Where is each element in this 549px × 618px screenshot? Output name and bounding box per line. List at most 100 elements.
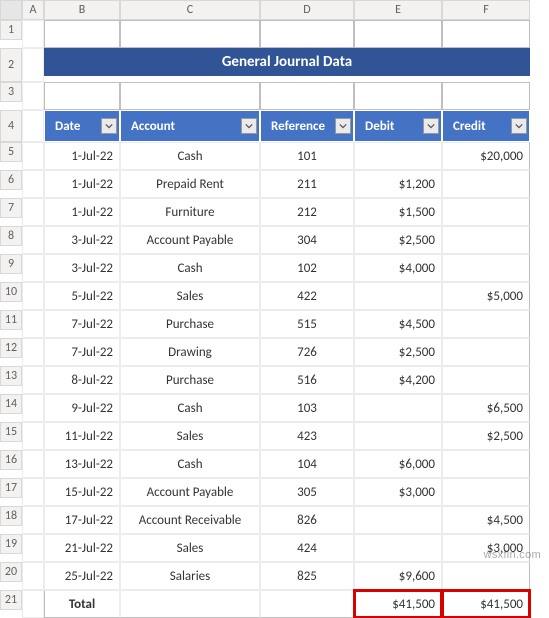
row-header[interactable]: 14 — [0, 394, 22, 414]
empty-cell[interactable] — [22, 254, 44, 282]
cell-debit[interactable]: $6,000 — [354, 450, 442, 478]
col-header-D[interactable]: D — [260, 0, 354, 20]
select-all-corner[interactable] — [0, 0, 22, 20]
row-header[interactable]: 7 — [0, 198, 22, 218]
total-empty[interactable] — [120, 590, 260, 618]
empty-cell[interactable] — [22, 338, 44, 366]
cell-debit[interactable] — [354, 534, 442, 562]
cell-reference[interactable]: 422 — [260, 282, 354, 310]
row-header[interactable]: 12 — [0, 338, 22, 358]
cell-credit[interactable] — [442, 562, 530, 590]
empty-cell[interactable] — [22, 48, 44, 82]
row-header[interactable]: 13 — [0, 366, 22, 386]
empty-cell[interactable] — [22, 170, 44, 198]
cell-credit[interactable] — [442, 338, 530, 366]
cell-date[interactable]: 1-Jul-22 — [44, 142, 120, 170]
empty-cell[interactable] — [22, 478, 44, 506]
cell-date[interactable]: 3-Jul-22 — [44, 254, 120, 282]
total-debit[interactable]: $41,500 — [354, 590, 442, 618]
cell-account[interactable]: Purchase — [120, 366, 260, 394]
chevron-down-icon[interactable] — [511, 118, 527, 134]
chevron-down-icon[interactable] — [101, 118, 117, 134]
cell-account[interactable]: Drawing — [120, 338, 260, 366]
cell-debit[interactable]: $1,500 — [354, 198, 442, 226]
empty-cell[interactable] — [22, 590, 44, 618]
filter-header-date[interactable]: Date — [44, 110, 120, 142]
col-header-F[interactable]: F — [442, 0, 530, 20]
total-credit[interactable]: $41,500 — [442, 590, 530, 618]
empty-cell[interactable] — [22, 394, 44, 422]
empty-cell[interactable] — [260, 82, 354, 110]
row-header[interactable]: 3 — [0, 82, 22, 102]
row-header[interactable]: 20 — [0, 562, 22, 582]
cell-debit[interactable]: $2,500 — [354, 338, 442, 366]
cell-debit[interactable]: $3,000 — [354, 478, 442, 506]
cell-credit[interactable]: $5,000 — [442, 282, 530, 310]
empty-cell[interactable] — [22, 82, 44, 110]
cell-debit[interactable] — [354, 422, 442, 450]
cell-credit[interactable] — [442, 170, 530, 198]
row-header[interactable]: 6 — [0, 170, 22, 190]
cell-account[interactable]: Cash — [120, 142, 260, 170]
row-header[interactable]: 4 — [0, 110, 22, 142]
empty-cell[interactable] — [22, 226, 44, 254]
cell-date[interactable]: 11-Jul-22 — [44, 422, 120, 450]
row-header[interactable]: 11 — [0, 310, 22, 330]
row-header[interactable]: 15 — [0, 422, 22, 442]
empty-cell[interactable] — [260, 20, 354, 48]
cell-account[interactable]: Account Payable — [120, 226, 260, 254]
cell-account[interactable]: Cash — [120, 394, 260, 422]
cell-date[interactable]: 1-Jul-22 — [44, 170, 120, 198]
cell-date[interactable]: 8-Jul-22 — [44, 366, 120, 394]
cell-reference[interactable]: 726 — [260, 338, 354, 366]
cell-reference[interactable]: 424 — [260, 534, 354, 562]
empty-cell[interactable] — [22, 366, 44, 394]
row-header[interactable]: 21 — [0, 590, 22, 610]
cell-debit[interactable]: $4,200 — [354, 366, 442, 394]
cell-debit[interactable] — [354, 394, 442, 422]
chevron-down-icon[interactable] — [241, 118, 257, 134]
empty-cell[interactable] — [354, 20, 442, 48]
cell-debit[interactable]: $9,600 — [354, 562, 442, 590]
empty-cell[interactable] — [22, 450, 44, 478]
cell-debit[interactable] — [354, 282, 442, 310]
empty-cell[interactable] — [44, 82, 120, 110]
cell-credit[interactable] — [442, 366, 530, 394]
cell-account[interactable]: Cash — [120, 450, 260, 478]
cell-reference[interactable]: 423 — [260, 422, 354, 450]
empty-cell[interactable] — [22, 20, 44, 48]
row-header[interactable]: 5 — [0, 142, 22, 162]
cell-account[interactable]: Purchase — [120, 310, 260, 338]
cell-reference[interactable]: 101 — [260, 142, 354, 170]
cell-account[interactable]: Account Receivable — [120, 506, 260, 534]
cell-credit[interactable] — [442, 254, 530, 282]
col-header-A[interactable]: A — [22, 0, 44, 20]
total-empty[interactable] — [260, 590, 354, 618]
cell-reference[interactable]: 305 — [260, 478, 354, 506]
empty-cell[interactable] — [442, 82, 530, 110]
cell-date[interactable]: 5-Jul-22 — [44, 282, 120, 310]
row-header[interactable]: 10 — [0, 282, 22, 302]
cell-reference[interactable]: 104 — [260, 450, 354, 478]
row-header[interactable]: 8 — [0, 226, 22, 246]
empty-cell[interactable] — [120, 20, 260, 48]
cell-reference[interactable]: 212 — [260, 198, 354, 226]
cell-credit[interactable]: $20,000 — [442, 142, 530, 170]
empty-cell[interactable] — [22, 198, 44, 226]
cell-reference[interactable]: 102 — [260, 254, 354, 282]
cell-date[interactable]: 7-Jul-22 — [44, 338, 120, 366]
cell-date[interactable]: 13-Jul-22 — [44, 450, 120, 478]
cell-date[interactable]: 15-Jul-22 — [44, 478, 120, 506]
cell-date[interactable]: 7-Jul-22 — [44, 310, 120, 338]
cell-reference[interactable]: 304 — [260, 226, 354, 254]
cell-date[interactable]: 25-Jul-22 — [44, 562, 120, 590]
page-title[interactable]: General Journal Data — [44, 48, 530, 76]
cell-credit[interactable] — [442, 450, 530, 478]
empty-cell[interactable] — [22, 310, 44, 338]
empty-cell[interactable] — [22, 282, 44, 310]
chevron-down-icon[interactable] — [423, 118, 439, 134]
cell-debit[interactable]: $2,500 — [354, 226, 442, 254]
cell-reference[interactable]: 826 — [260, 506, 354, 534]
cell-credit[interactable] — [442, 478, 530, 506]
cell-reference[interactable]: 516 — [260, 366, 354, 394]
